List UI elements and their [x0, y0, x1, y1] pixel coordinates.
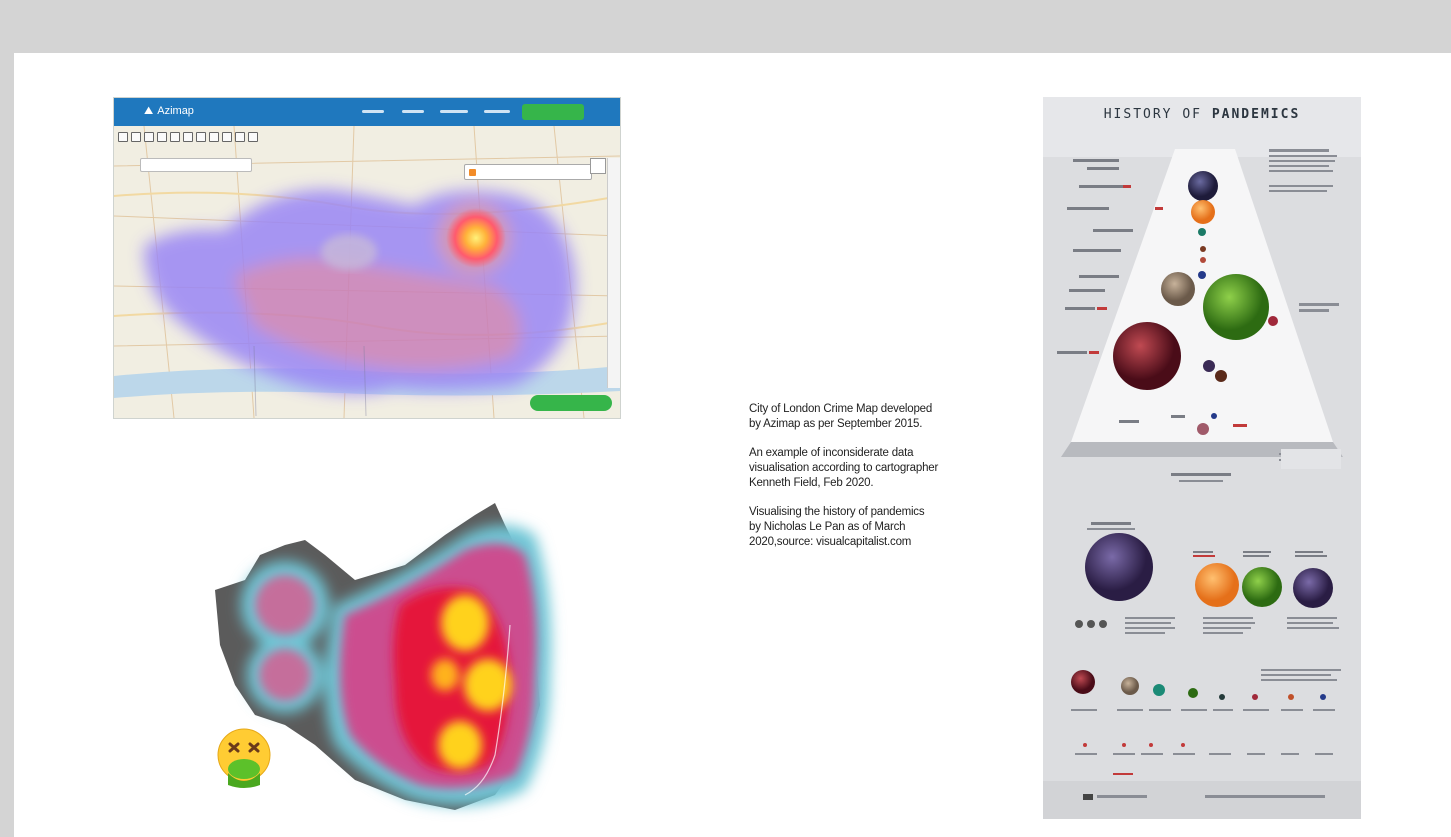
- azimap-nav-item: [362, 110, 384, 113]
- infographic-artwork: [1043, 97, 1361, 819]
- azimap-side-panel: [607, 158, 620, 388]
- tool-icon: [118, 132, 128, 142]
- azimap-layer-selector: [464, 164, 592, 180]
- azimap-nav-item: [484, 110, 510, 113]
- description-paragraph-azimap: City of London Crime Map developed by Az…: [749, 403, 933, 430]
- tool-icon: [196, 132, 206, 142]
- description-paragraph-pandemics: Visualising the history of pandemics by …: [749, 506, 925, 548]
- slide-description: City of London Crime Map developed by Az…: [749, 402, 939, 564]
- tool-icon: [235, 132, 245, 142]
- azimap-header: ⛰ Azimap: [114, 98, 620, 126]
- tool-icon: [170, 132, 180, 142]
- azimap-cta-button: [522, 104, 584, 120]
- azimap-toolbar: [118, 132, 258, 142]
- tool-icon: [209, 132, 219, 142]
- pandemics-infographic: HISTORY OF PANDEMICS: [1043, 97, 1361, 819]
- infographic-title: HISTORY OF PANDEMICS: [1103, 107, 1301, 122]
- azimap-fullscreen-icon: [590, 158, 606, 174]
- tool-icon: [222, 132, 232, 142]
- tool-icon: [248, 132, 258, 142]
- azimap-crime-map-screenshot: ⛰ Azimap: [113, 97, 621, 419]
- azimap-logo-icon: ⛰: [144, 105, 154, 117]
- azimap-logo: ⛰ Azimap: [144, 105, 194, 117]
- tool-icon: [183, 132, 193, 142]
- nauseated-face-emoji-icon: [217, 728, 271, 788]
- azimap-nav-item: [402, 110, 424, 113]
- tool-icon: [144, 132, 154, 142]
- tool-icon: [131, 132, 141, 142]
- azimap-search-input: [140, 158, 252, 172]
- azimap-nav-item: [440, 110, 468, 113]
- azimap-export-button: [530, 395, 612, 411]
- description-paragraph-critique: An example of inconsiderate data visuali…: [749, 447, 939, 489]
- tool-icon: [157, 132, 167, 142]
